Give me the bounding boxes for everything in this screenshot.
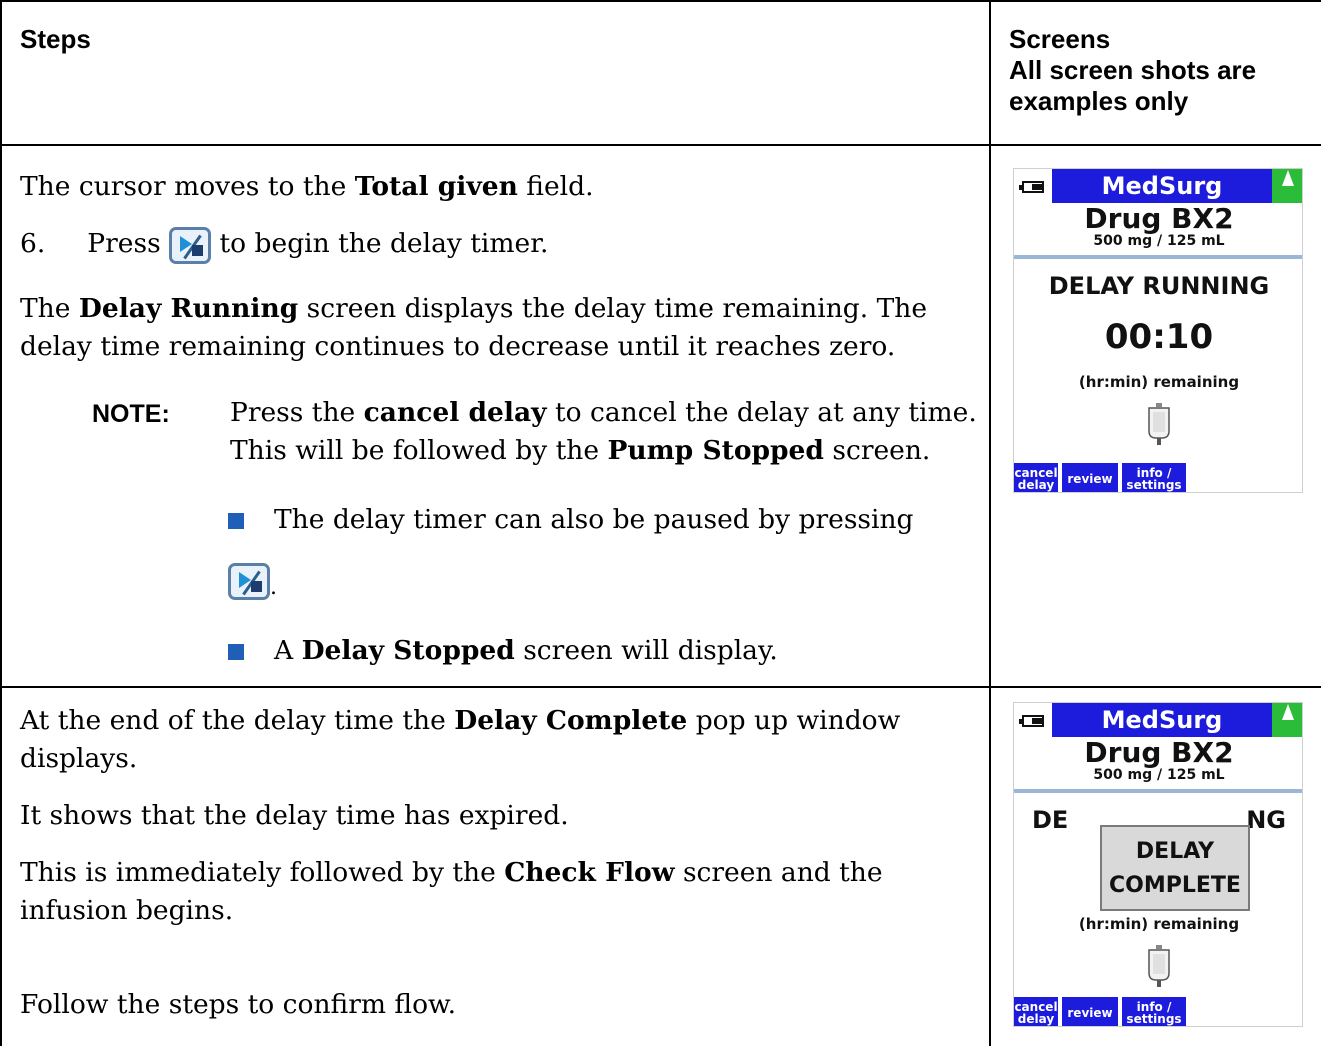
wireless-signal-icon bbox=[1272, 169, 1302, 186]
delay-running-paragraph-line1: The Delay Running screen displays the de… bbox=[20, 293, 928, 324]
wireless-signal-icon bbox=[1272, 703, 1302, 720]
title-bar: MedSurg bbox=[1014, 169, 1302, 203]
delay-complete-popup: DELAY COMPLETE bbox=[1100, 825, 1250, 911]
delay-running-screen-cell: MedSurg Drug BX2 500 mg / 125 mL DELAY R… bbox=[989, 144, 1321, 688]
info-settings-softkey[interactable]: info / settings bbox=[1122, 463, 1186, 492]
popup-line2: COMPLETE bbox=[1109, 873, 1241, 898]
screens-header-line1: Screens bbox=[1009, 24, 1111, 54]
expired-paragraph: It shows that the delay time has expired… bbox=[20, 800, 569, 831]
remaining-label: (hr:min) remaining bbox=[1078, 915, 1240, 933]
battery-icon bbox=[1019, 715, 1044, 727]
delay-complete-screen-cell: MedSurg Drug BX2 500 mg / 125 mL DE NG (… bbox=[989, 686, 1321, 1046]
title-bar: MedSurg bbox=[1014, 703, 1302, 737]
screens-header-line3: examples only bbox=[1009, 86, 1189, 116]
delay-complete-paragraph-line2: displays. bbox=[20, 743, 138, 774]
popup-line1: DELAY bbox=[1135, 839, 1215, 864]
care-area-label: MedSurg bbox=[1101, 706, 1223, 734]
cancel-delay-softkey[interactable]: cancel delay bbox=[1014, 997, 1058, 1026]
procedure-table: Steps Screens All screen shots are examp… bbox=[0, 0, 1321, 1046]
pause-key-line: . bbox=[228, 563, 277, 600]
step-6-instruction: 6. Press to begin the delay timer. bbox=[20, 225, 548, 264]
drug-concentration: 500 mg / 125 mL bbox=[1093, 233, 1225, 249]
divider bbox=[1014, 789, 1302, 793]
divider bbox=[1014, 255, 1302, 259]
steps-header: Steps bbox=[20, 24, 91, 54]
battery-icon bbox=[1019, 181, 1044, 193]
iv-bag-icon bbox=[1148, 945, 1170, 987]
check-flow-paragraph-line2: infusion begins. bbox=[20, 895, 234, 926]
note-label: NOTE: bbox=[92, 400, 170, 428]
step-number: 6. bbox=[20, 228, 46, 259]
review-softkey[interactable]: review bbox=[1062, 463, 1118, 492]
cursor-paragraph: The cursor moves to the Total given fiel… bbox=[20, 171, 594, 202]
care-area-label: MedSurg bbox=[1101, 172, 1223, 200]
delay-time: 00:10 bbox=[1104, 317, 1214, 357]
steps-header-cell: Steps bbox=[0, 0, 991, 146]
drug-name: Drug BX2 bbox=[1084, 202, 1234, 235]
iv-bag-icon bbox=[1148, 403, 1170, 445]
note-line2: This will be followed by the Pump Stoppe… bbox=[230, 435, 931, 466]
pump-status: DELAY RUNNING bbox=[1048, 272, 1270, 300]
delay-running-paragraph-line2: delay time remaining continues to decrea… bbox=[20, 331, 896, 362]
delay-complete-cell: At the end of the delay time the Delay C… bbox=[0, 686, 991, 1046]
drug-concentration: 500 mg / 125 mL bbox=[1093, 767, 1225, 783]
note-line1: Press the cancel delay to cancel the del… bbox=[230, 397, 977, 428]
pump-screen-delay-running: MedSurg Drug BX2 500 mg / 125 mL DELAY R… bbox=[1013, 168, 1303, 493]
screens-header-line2: All screen shots are bbox=[1009, 55, 1257, 85]
start-stop-key-icon bbox=[228, 563, 270, 600]
cancel-delay-softkey[interactable]: cancel delay bbox=[1014, 463, 1058, 492]
confirm-flow-paragraph: Follow the steps to confirm flow. bbox=[20, 989, 457, 1020]
bullet-pause-text: The delay timer can also be paused by pr… bbox=[274, 504, 914, 535]
bullet-marker bbox=[228, 644, 244, 660]
drug-name: Drug BX2 bbox=[1084, 736, 1234, 769]
step-6-cell: The cursor moves to the Total given fiel… bbox=[0, 144, 991, 688]
bullet-marker bbox=[228, 513, 244, 529]
screens-header-cell: Screens All screen shots are examples on… bbox=[989, 0, 1321, 146]
pump-screen-delay-complete: MedSurg Drug BX2 500 mg / 125 mL DE NG (… bbox=[1013, 702, 1303, 1027]
info-settings-softkey[interactable]: info / settings bbox=[1122, 997, 1186, 1026]
delay-complete-paragraph-line1: At the end of the delay time the Delay C… bbox=[20, 705, 901, 736]
start-stop-key-icon bbox=[169, 226, 212, 264]
review-softkey[interactable]: review bbox=[1062, 997, 1118, 1026]
screens-header: Screens All screen shots are examples on… bbox=[991, 2, 1321, 117]
remaining-label: (hr:min) remaining bbox=[1078, 373, 1240, 391]
bullet-delay-stopped-text: A Delay Stopped screen will display. bbox=[274, 635, 778, 666]
check-flow-paragraph-line1: This is immediately followed by the Chec… bbox=[20, 857, 883, 888]
